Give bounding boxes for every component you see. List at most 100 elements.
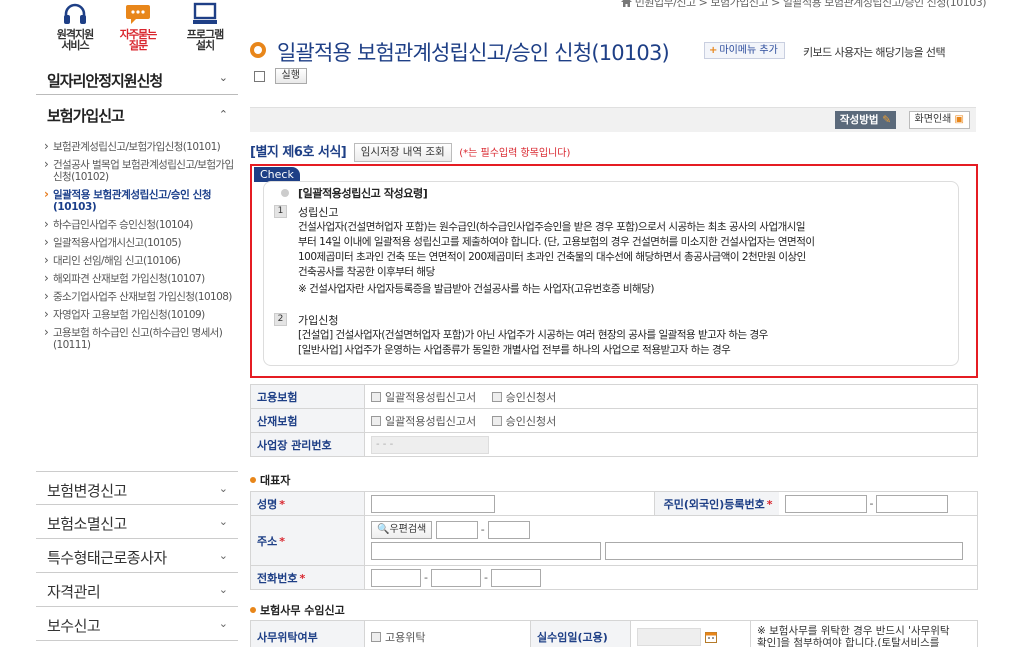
sidebar-subitem[interactable]: 고용보험 하수급인 신고(하수급인 명세서)(10111) <box>44 326 234 351</box>
sidebar-item-label: 보수신고 <box>47 617 101 635</box>
address-detail-field[interactable] <box>604 542 963 560</box>
option-approval-request[interactable]: 승인신청서 <box>491 413 556 429</box>
guide-number: 2 <box>274 313 287 326</box>
name-cell <box>364 491 655 516</box>
checkbox[interactable] <box>371 631 381 642</box>
chevron-up-icon: ⌃ <box>218 108 228 121</box>
option-batch-report[interactable]: 일괄적용성립신고서 <box>371 389 476 405</box>
sidebar-item-special-workers[interactable]: 특수형태근로종사자 ⌄ <box>36 539 238 573</box>
bullet-icon <box>250 607 256 613</box>
exec-button[interactable]: 실행 <box>274 68 307 84</box>
keyboard-checkbox[interactable] <box>254 70 265 82</box>
chevron-down-icon: ⌄ <box>218 71 228 84</box>
employment-insurance-options: 일괄적용성립신고서 승인신청서 <box>364 384 978 409</box>
home-icon[interactable] <box>620 0 632 7</box>
required-note: (*는 필수입력 항목입니다) <box>459 148 571 159</box>
print-label: 화면인쇄 <box>914 114 952 125</box>
employment-insurance-label: 고용보험 <box>250 384 365 409</box>
sidebar-subitem[interactable]: 해외파견 산재보험 가입신청(10107) <box>44 272 234 285</box>
name-label: 성명 * <box>250 491 365 516</box>
phone-third-field[interactable] <box>490 568 541 587</box>
agency-note-cell: ※ 보험사무를 위탁한 경우 반드시 '사무위탁 확인]을 첨부하여야 합니다.… <box>750 620 978 647</box>
quick-link-program-install[interactable]: 프로그램 설치 <box>170 2 240 51</box>
postal-code-second-field[interactable] <box>487 521 530 539</box>
actual-date-cell <box>630 620 751 647</box>
calendar-icon[interactable] <box>704 631 717 643</box>
sidebar-subitem[interactable]: 건설공사 벌목업 보험관계성립신고/보험가입 신청(10102) <box>44 158 234 183</box>
workplace-mgmt-number-field: - - - <box>371 435 489 454</box>
plus-icon: + <box>709 45 718 56</box>
guide-line: 건설사업자(건설면허업자 포함)는 원수급인(하수급인사업주승인을 받은 경우 … <box>298 221 806 233</box>
sidebar-item-qualification[interactable]: 자격관리 ⌄ <box>36 573 238 607</box>
option-batch-report[interactable]: 일괄적용성립신고서 <box>371 413 476 429</box>
phone-first-field[interactable] <box>371 568 421 587</box>
sidebar-item-label: 일자리안정지원신청 <box>47 72 163 90</box>
sidebar-subitem-active[interactable]: 일괄적용 보험관계성립신고/승인 신청(10103) <box>44 188 234 213</box>
temp-save-lookup-button[interactable]: 임시저장 내역 조회 <box>353 143 452 162</box>
breadcrumb-text[interactable]: 민원업무/신고 > 보험가입신고 > 일괄적용 보험관계성립신고/승인 신청(1… <box>635 0 987 9</box>
rrn-first-field[interactable] <box>784 494 867 513</box>
sidebar-item-label: 보험변경신고 <box>47 482 127 500</box>
sidebar-item-insurance-join[interactable]: 보험가입신고 ⌃ <box>36 98 238 130</box>
quick-link-remote-support[interactable]: 원격지원 서비스 <box>40 2 110 51</box>
guide-heading: 성립신고 <box>298 206 339 219</box>
checkbox[interactable] <box>371 415 381 426</box>
name-field[interactable] <box>371 494 495 513</box>
chevron-down-icon: ⌄ <box>218 583 228 596</box>
agency-section-label: 보험사무 수임신고 <box>250 602 345 618</box>
sidebar-subitem[interactable]: 대리인 선임/해임 신고(10106) <box>44 254 234 267</box>
sidebar-item-insurance-cancel[interactable]: 보험소멸신고 ⌄ <box>36 505 238 539</box>
quick-link-label: 원격지원 서비스 <box>56 28 94 52</box>
industrial-accident-label: 산재보험 <box>250 408 365 433</box>
bullet-icon <box>250 477 256 483</box>
title-row: 일괄적용 보험관계성립신고/승인 신청(10103) + 마이메뉴 추가 키보드 … <box>250 37 1024 65</box>
monitor-icon <box>193 2 217 24</box>
workplace-mgmt-number-label: 사업장 관리번호 <box>250 432 365 457</box>
sidebar-subitem[interactable]: 중소기업사업주 산재보험 가입신청(10108) <box>44 290 234 303</box>
howto-button[interactable]: 작성방법 ✎ <box>834 111 896 129</box>
table-row: 성명 * 주민(외국인)등록번호 * - <box>250 491 978 516</box>
agency-table: 사무위탁여부 고용위탁 실수임일(고용) ※ 보험사무를 위탁한 경우 반드시 … <box>250 620 978 647</box>
sidebar-item-wage-report[interactable]: 보수신고 ⌄ <box>36 607 238 641</box>
chevron-down-icon: ⌄ <box>218 482 228 495</box>
sidebar-item-label: 자격관리 <box>47 583 101 601</box>
printer-icon: ▣ <box>954 114 964 125</box>
guide-title: [일괄적용성립신고 작성요령] <box>298 187 428 200</box>
sidebar-subitem[interactable]: 일괄적용사업개시신고(10105) <box>44 236 234 249</box>
postal-code-first-field[interactable] <box>435 521 478 539</box>
sidebar-section-label: 보험가입신고 <box>47 107 125 125</box>
main-content: 민원업무/신고 > 보험가입신고 > 일괄적용 보험관계성립신고/승인 신청(1… <box>250 0 1024 647</box>
option-employment-entrust[interactable]: 고용위탁 <box>371 629 425 645</box>
check-tag: Check <box>254 167 300 182</box>
add-mymenu-button[interactable]: + 마이메뉴 추가 <box>704 42 785 59</box>
guide-line: 100제곱미터 초과인 건축 또는 연면적이 200제곱미터 초과인 건축물의 … <box>298 251 806 263</box>
table-row: 전화번호 * -- <box>250 565 978 590</box>
chevron-down-icon: ⌄ <box>218 549 228 562</box>
pencil-icon: ✎ <box>882 114 891 126</box>
checkbox[interactable] <box>491 415 502 426</box>
sidebar-subitem[interactable]: 보험관계성립신고/보험가입신청(10101) <box>44 140 234 153</box>
sidebar-subitem[interactable]: 자영업자 고용보험 가입신청(10109) <box>44 308 234 321</box>
checkbox[interactable] <box>371 391 381 402</box>
print-button[interactable]: 화면인쇄 ▣ <box>908 111 970 129</box>
phone-second-field[interactable] <box>430 568 481 587</box>
quick-link-faq[interactable]: 자주묻는 질문 <box>103 2 173 51</box>
guide-line: [건설업] 건설사업자(건설면허업자 포함)가 아닌 사업주가 시공하는 여러 … <box>298 329 768 341</box>
postal-search-button[interactable]: 🔍우편검색 <box>371 521 433 539</box>
address-main-field[interactable] <box>371 542 601 560</box>
rrn-second-field[interactable] <box>876 494 949 513</box>
rrn-cell: - <box>778 491 978 516</box>
option-approval-request[interactable]: 승인신청서 <box>491 389 556 405</box>
sidebar-item-job-stability[interactable]: 일자리안정지원신청 ⌄ <box>36 63 238 95</box>
guide-number: 1 <box>274 205 287 218</box>
sidebar-subitem[interactable]: 하수급인사업주 승인신청(10104) <box>44 218 234 231</box>
sidebar: 원격지원 서비스 자주묻는 질문 프로그램 설치 일자리안정지원신청 ⌄ 보험가입신고… <box>0 0 238 647</box>
guide-line: ※ 건설사업자란 사업자등록증을 발급받아 건설공사를 하는 사업자(고유번호증… <box>298 283 654 295</box>
form-title: [별지 제6호 서식] <box>250 145 347 160</box>
form-toolbar: 작성방법 ✎ 화면인쇄 ▣ <box>250 107 976 132</box>
table-row: 사무위탁여부 고용위탁 실수임일(고용) ※ 보험사무를 위탁한 경우 반드시 … <box>250 620 978 647</box>
keyboard-note: 키보드 사용자는 해당기능을 선택 <box>803 46 946 59</box>
sidebar-item-insurance-change[interactable]: 보험변경신고 ⌄ <box>36 471 238 505</box>
form-heading: [별지 제6호 서식] 임시저장 내역 조회 (*는 필수입력 항목입니다) <box>250 141 570 162</box>
checkbox[interactable] <box>491 391 502 402</box>
